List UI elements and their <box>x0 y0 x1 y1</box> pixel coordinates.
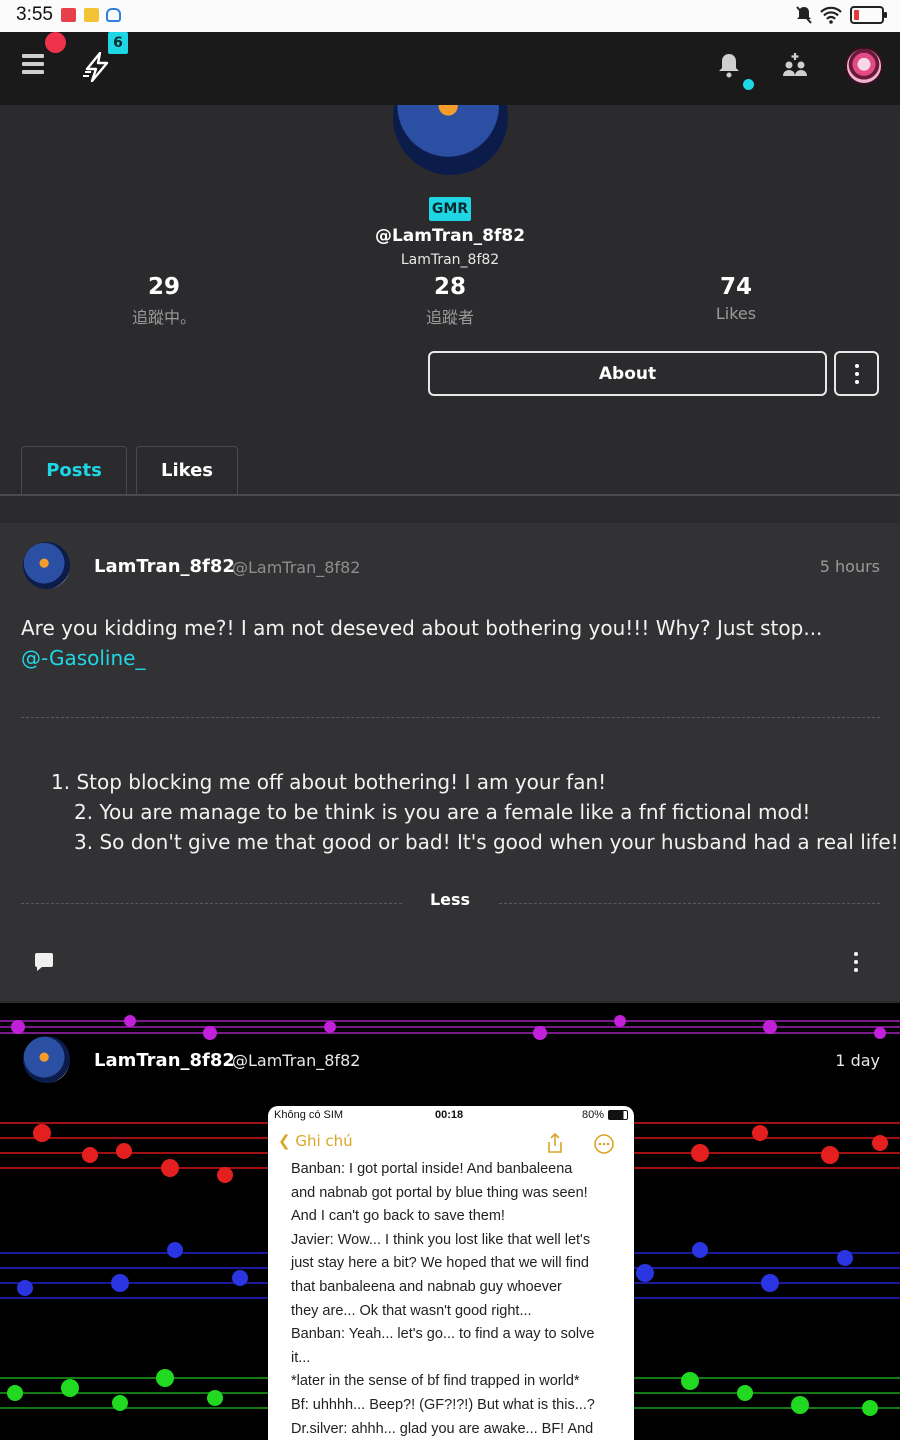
list-item: 3. So don't give me that good or bad! It… <box>74 830 899 854</box>
note-line: and nabnab got portal by blue thing was … <box>291 1184 588 1201</box>
post-more-icon[interactable] <box>854 952 858 972</box>
updates-badge: 6 <box>108 32 128 54</box>
profile-handle: @LamTran_8f82 <box>374 226 526 246</box>
screenshot-time: 00:18 <box>435 1109 464 1121</box>
post-timestamp: 1 day <box>835 1051 880 1070</box>
screenshot-back-label: Ghi chú <box>295 1132 353 1150</box>
post-author-avatar[interactable] <box>23 542 70 589</box>
mute-icon <box>796 6 812 24</box>
post-mention-link[interactable]: @-Gasoline_ <box>21 646 145 670</box>
note-line: Banban: I got portal inside! And banbale… <box>291 1161 573 1177</box>
note-line: Dr.silver: ahhh... glad you are awake...… <box>291 1420 594 1437</box>
post-card <box>0 523 900 1001</box>
divider <box>499 903 880 904</box>
profile-username: LamTran_8f82 <box>400 252 500 268</box>
followers-stat[interactable]: 28 追蹤者 <box>370 274 530 328</box>
post-image[interactable]: Không có SIM 00:18 80% ❮ Ghi chú Banban:… <box>268 1106 634 1440</box>
post-author-handle: @LamTran_8f82 <box>232 558 361 577</box>
note-line: they are... Ok that wasn't good right... <box>291 1302 532 1319</box>
likes-count: 74 <box>719 274 752 300</box>
post-author-name[interactable]: LamTran_8f82 <box>94 556 235 577</box>
app-notification-icon <box>61 8 76 22</box>
post-timestamp: 5 hours <box>819 557 880 576</box>
screenshot-battery-icon <box>608 1110 628 1120</box>
more-horizontal-icon <box>594 1134 614 1154</box>
note-line: *later in the sense of bf find trapped i… <box>291 1373 580 1390</box>
profile-more-button[interactable] <box>834 351 879 396</box>
cloud-notification-icon <box>106 8 121 22</box>
likes-stat[interactable]: 74 Likes <box>656 274 816 323</box>
post-author-avatar[interactable] <box>23 1036 70 1083</box>
list-item: 1. Stop blocking me off about bothering!… <box>51 770 607 794</box>
status-bar: 3:55 <box>0 0 900 32</box>
bell-unread-dot <box>743 79 754 90</box>
clock: 3:55 <box>16 4 53 25</box>
note-line: just stay here a bit? We hoped that we w… <box>291 1255 589 1272</box>
screenshot-note-text: Banban: I got portal inside! And banbale… <box>291 1158 621 1440</box>
note-line: that banbaleena and nabnab guy whoever <box>291 1278 562 1295</box>
screenshot-carrier: Không có SIM <box>274 1109 344 1121</box>
tab-divider <box>0 494 900 496</box>
comment-icon[interactable] <box>34 952 54 972</box>
battery-icon <box>850 6 887 24</box>
post-author-name[interactable]: LamTran_8f82 <box>94 1050 235 1071</box>
followers-count: 28 <box>433 274 466 300</box>
lightning-icon[interactable] <box>82 52 112 82</box>
followers-label: 追蹤者 <box>425 308 474 327</box>
show-less-button[interactable]: Less <box>0 890 900 909</box>
post-body-text: Are you kidding me?! I am not deseved ab… <box>21 616 823 640</box>
divider <box>21 717 880 718</box>
note-line: Bf: uhhhh... Beep?! (GF?!?!) But what is… <box>291 1396 595 1413</box>
note-line: Banban: Yeah... let's go... to find a wa… <box>291 1326 595 1343</box>
tab-likes[interactable]: Likes <box>136 446 238 496</box>
note-line: And I can't go back to save them! <box>291 1208 505 1225</box>
screenshot-back-button: ❮ Ghi chú <box>278 1132 353 1150</box>
top-navigation: 6 <box>0 32 900 105</box>
likes-label: Likes <box>715 304 757 323</box>
following-label: 追蹤中。 <box>131 308 196 327</box>
about-button[interactable]: About <box>428 351 827 396</box>
share-icon <box>548 1133 562 1153</box>
notification-dot <box>45 32 66 53</box>
note-line: it... <box>291 1349 311 1366</box>
list-item: 2. You are manage to be think is you are… <box>74 800 811 824</box>
user-avatar[interactable] <box>845 47 883 85</box>
following-stat[interactable]: 29 追蹤中。 <box>84 274 244 328</box>
menu-icon[interactable] <box>22 54 44 78</box>
bell-icon[interactable] <box>718 52 740 78</box>
chevron-left-icon: ❮ <box>278 1132 291 1150</box>
system-icons <box>796 6 887 24</box>
following-count: 29 <box>147 274 180 300</box>
mail-notification-icon <box>84 8 99 22</box>
screenshot-battery: 80% <box>581 1109 604 1121</box>
music-staff-decoration <box>0 1015 900 1040</box>
people-icon[interactable] <box>782 52 808 78</box>
post-author-handle: @LamTran_8f82 <box>232 1051 361 1070</box>
gmr-badge: GMR <box>429 197 471 221</box>
tab-posts[interactable]: Posts <box>21 446 127 496</box>
wifi-icon <box>820 6 842 24</box>
more-vertical-icon <box>855 364 859 384</box>
note-line: Javier: Wow... I think you lost like tha… <box>291 1231 591 1248</box>
